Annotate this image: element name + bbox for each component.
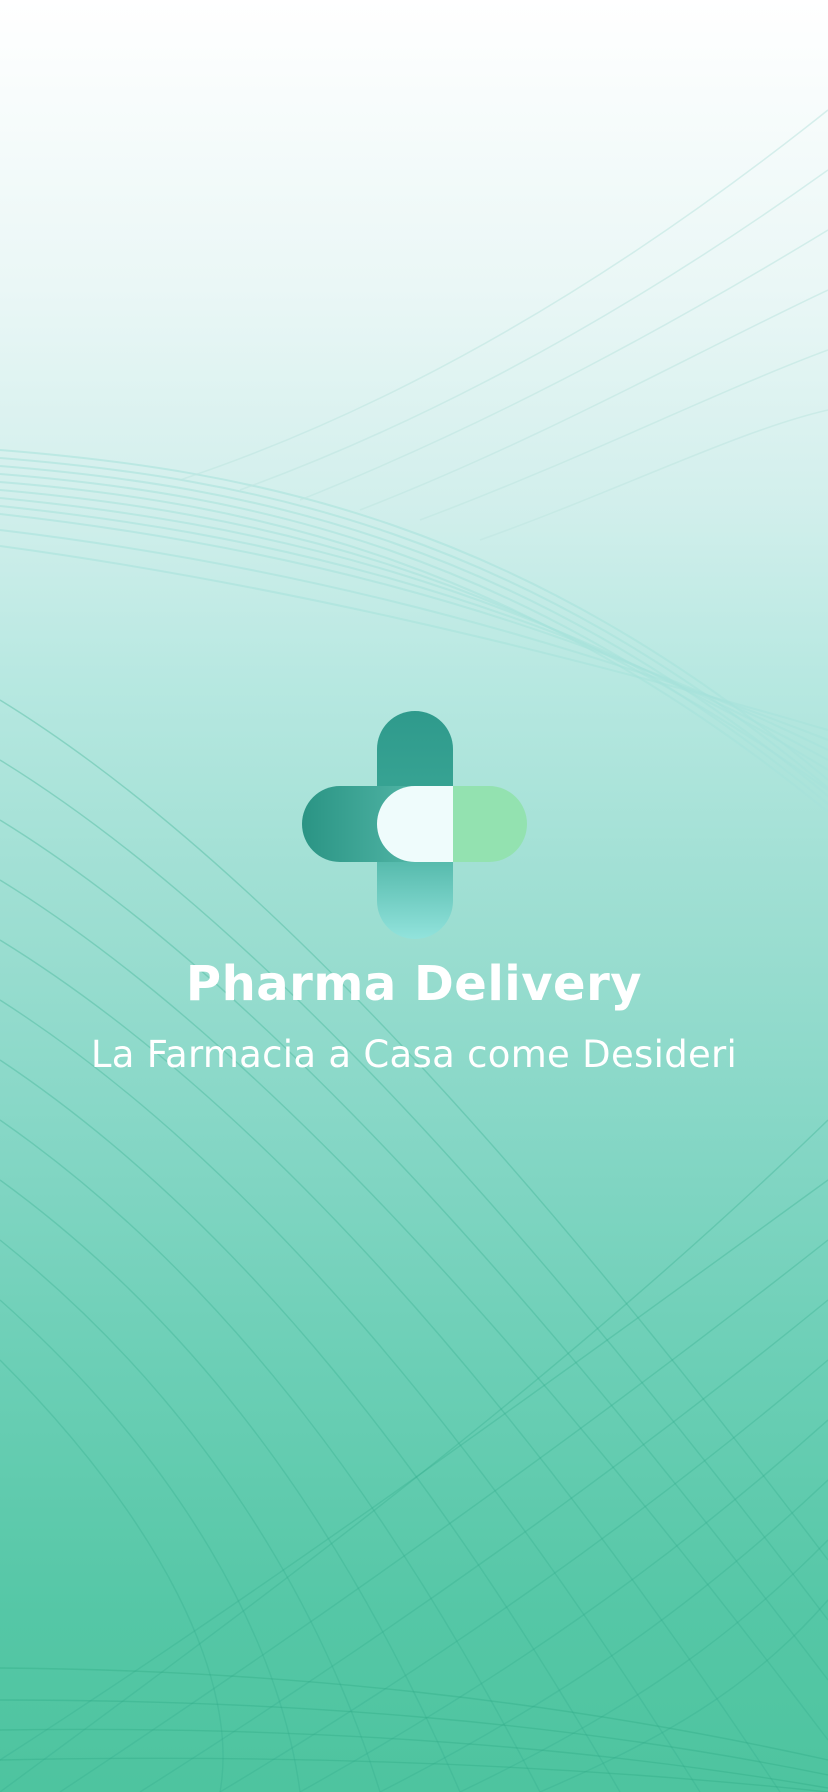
app-tagline: La Farmacia a Casa come Desideri xyxy=(90,1033,738,1076)
splash-screen: Pharma Delivery La Farmacia a Casa come … xyxy=(0,0,828,1792)
pharmacy-cross-pill-icon xyxy=(302,711,527,939)
app-title: Pharma Delivery xyxy=(185,956,643,1012)
